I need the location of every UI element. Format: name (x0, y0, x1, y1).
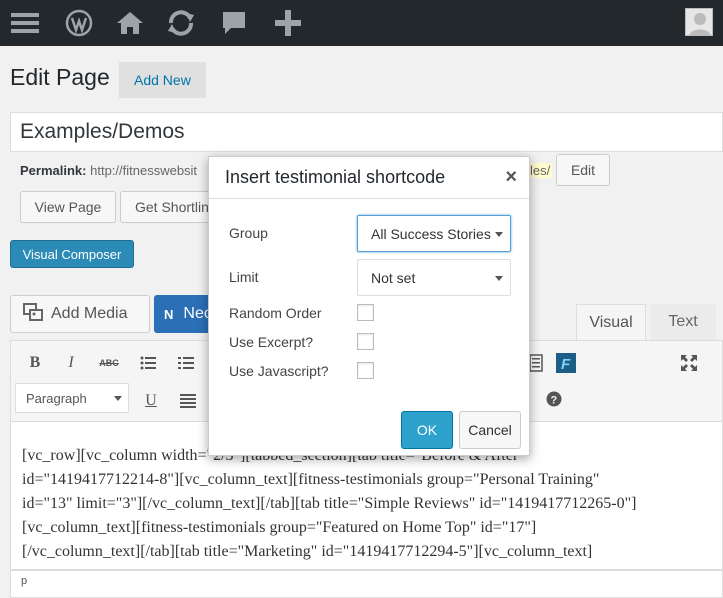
chevron-down-icon (495, 232, 503, 237)
add-media-label: Add Media (51, 305, 128, 322)
permalink-url[interactable]: http://fitnesswebsit (90, 163, 197, 178)
chevron-down-icon (114, 396, 122, 401)
editor-line: id="1419417712214-8"][vc_column_text][fi… (22, 471, 600, 488)
refresh-icon[interactable] (158, 0, 204, 46)
group-select-value: All Success Stories (371, 225, 491, 242)
limit-select[interactable]: Not set (357, 259, 511, 296)
editor-line: [/vc_column_text][/tab][tab title="Marke… (22, 543, 593, 560)
editor-line: [vc_column_text][fitness-testimonials gr… (22, 519, 537, 536)
add-media-button[interactable]: Add Media (10, 295, 150, 333)
group-select[interactable]: All Success Stories (357, 215, 511, 252)
use-excerpt-checkbox[interactable] (357, 333, 374, 350)
random-order-checkbox[interactable] (357, 304, 374, 321)
view-page-button[interactable]: View Page (20, 191, 116, 223)
ok-button[interactable]: OK (401, 411, 453, 449)
admin-bar (0, 0, 723, 46)
use-excerpt-label: Use Excerpt? (229, 334, 314, 350)
dialog-title: Insert testimonial shortcode (225, 167, 446, 187)
menu-icon[interactable] (2, 0, 48, 46)
bullet-list-icon[interactable] (138, 353, 158, 373)
insert-testimonial-dialog: Insert testimonial shortcode × Group All… (208, 156, 530, 456)
use-javascript-label: Use Javascript? (229, 363, 329, 379)
fullscreen-icon[interactable] (679, 353, 699, 373)
cancel-button[interactable]: Cancel (459, 411, 521, 449)
svg-text:F: F (561, 356, 571, 373)
help-icon[interactable]: ? (544, 389, 564, 409)
permalink-slug[interactable]: les/ (528, 163, 553, 178)
dialog-header: Insert testimonial shortcode × (209, 157, 529, 199)
svg-text:?: ? (551, 395, 558, 407)
comment-icon[interactable] (211, 0, 257, 46)
tab-visual[interactable]: Visual (576, 304, 646, 340)
avatar[interactable] (685, 8, 713, 36)
strikethrough-icon[interactable]: ABC (99, 353, 119, 373)
home-icon[interactable] (107, 0, 153, 46)
fitness-plugin-icon[interactable]: F (556, 353, 576, 373)
chevron-down-icon (495, 276, 503, 281)
permalink-label: Permalink: (20, 163, 87, 178)
group-label: Group (229, 225, 268, 241)
underline-icon[interactable]: U (141, 391, 161, 411)
bold-icon[interactable]: B (25, 353, 45, 373)
use-javascript-checkbox[interactable] (357, 362, 374, 379)
limit-select-value: Not set (371, 269, 416, 286)
random-order-label: Random Order (229, 305, 322, 321)
format-select[interactable]: Paragraph (15, 383, 129, 413)
editor-line: id="13" limit="3"][/vc_column_text][/tab… (22, 495, 637, 512)
plus-icon[interactable] (265, 0, 311, 46)
editor-path: p (10, 570, 723, 598)
tab-text[interactable]: Text (650, 304, 716, 340)
post-title-input[interactable]: Examples/Demos (10, 112, 723, 152)
limit-label: Limit (229, 269, 259, 285)
permalink: Permalink: http://fitnesswebsit (20, 163, 197, 178)
visual-composer-button[interactable]: Visual Composer (10, 240, 134, 268)
edit-permalink-button[interactable]: Edit (556, 154, 610, 186)
close-icon[interactable]: × (505, 166, 517, 189)
wordpress-icon[interactable] (56, 0, 102, 46)
page-title: Edit Page (10, 64, 110, 90)
add-new-button[interactable]: Add New (119, 62, 206, 98)
numbered-list-icon[interactable] (176, 353, 196, 373)
media-icon (23, 302, 43, 326)
format-select-value: Paragraph (26, 390, 87, 406)
n-icon: N (164, 306, 174, 322)
italic-icon[interactable]: I (61, 353, 81, 373)
justify-icon[interactable] (178, 391, 198, 411)
neo-button[interactable]: N Nec (154, 295, 214, 333)
